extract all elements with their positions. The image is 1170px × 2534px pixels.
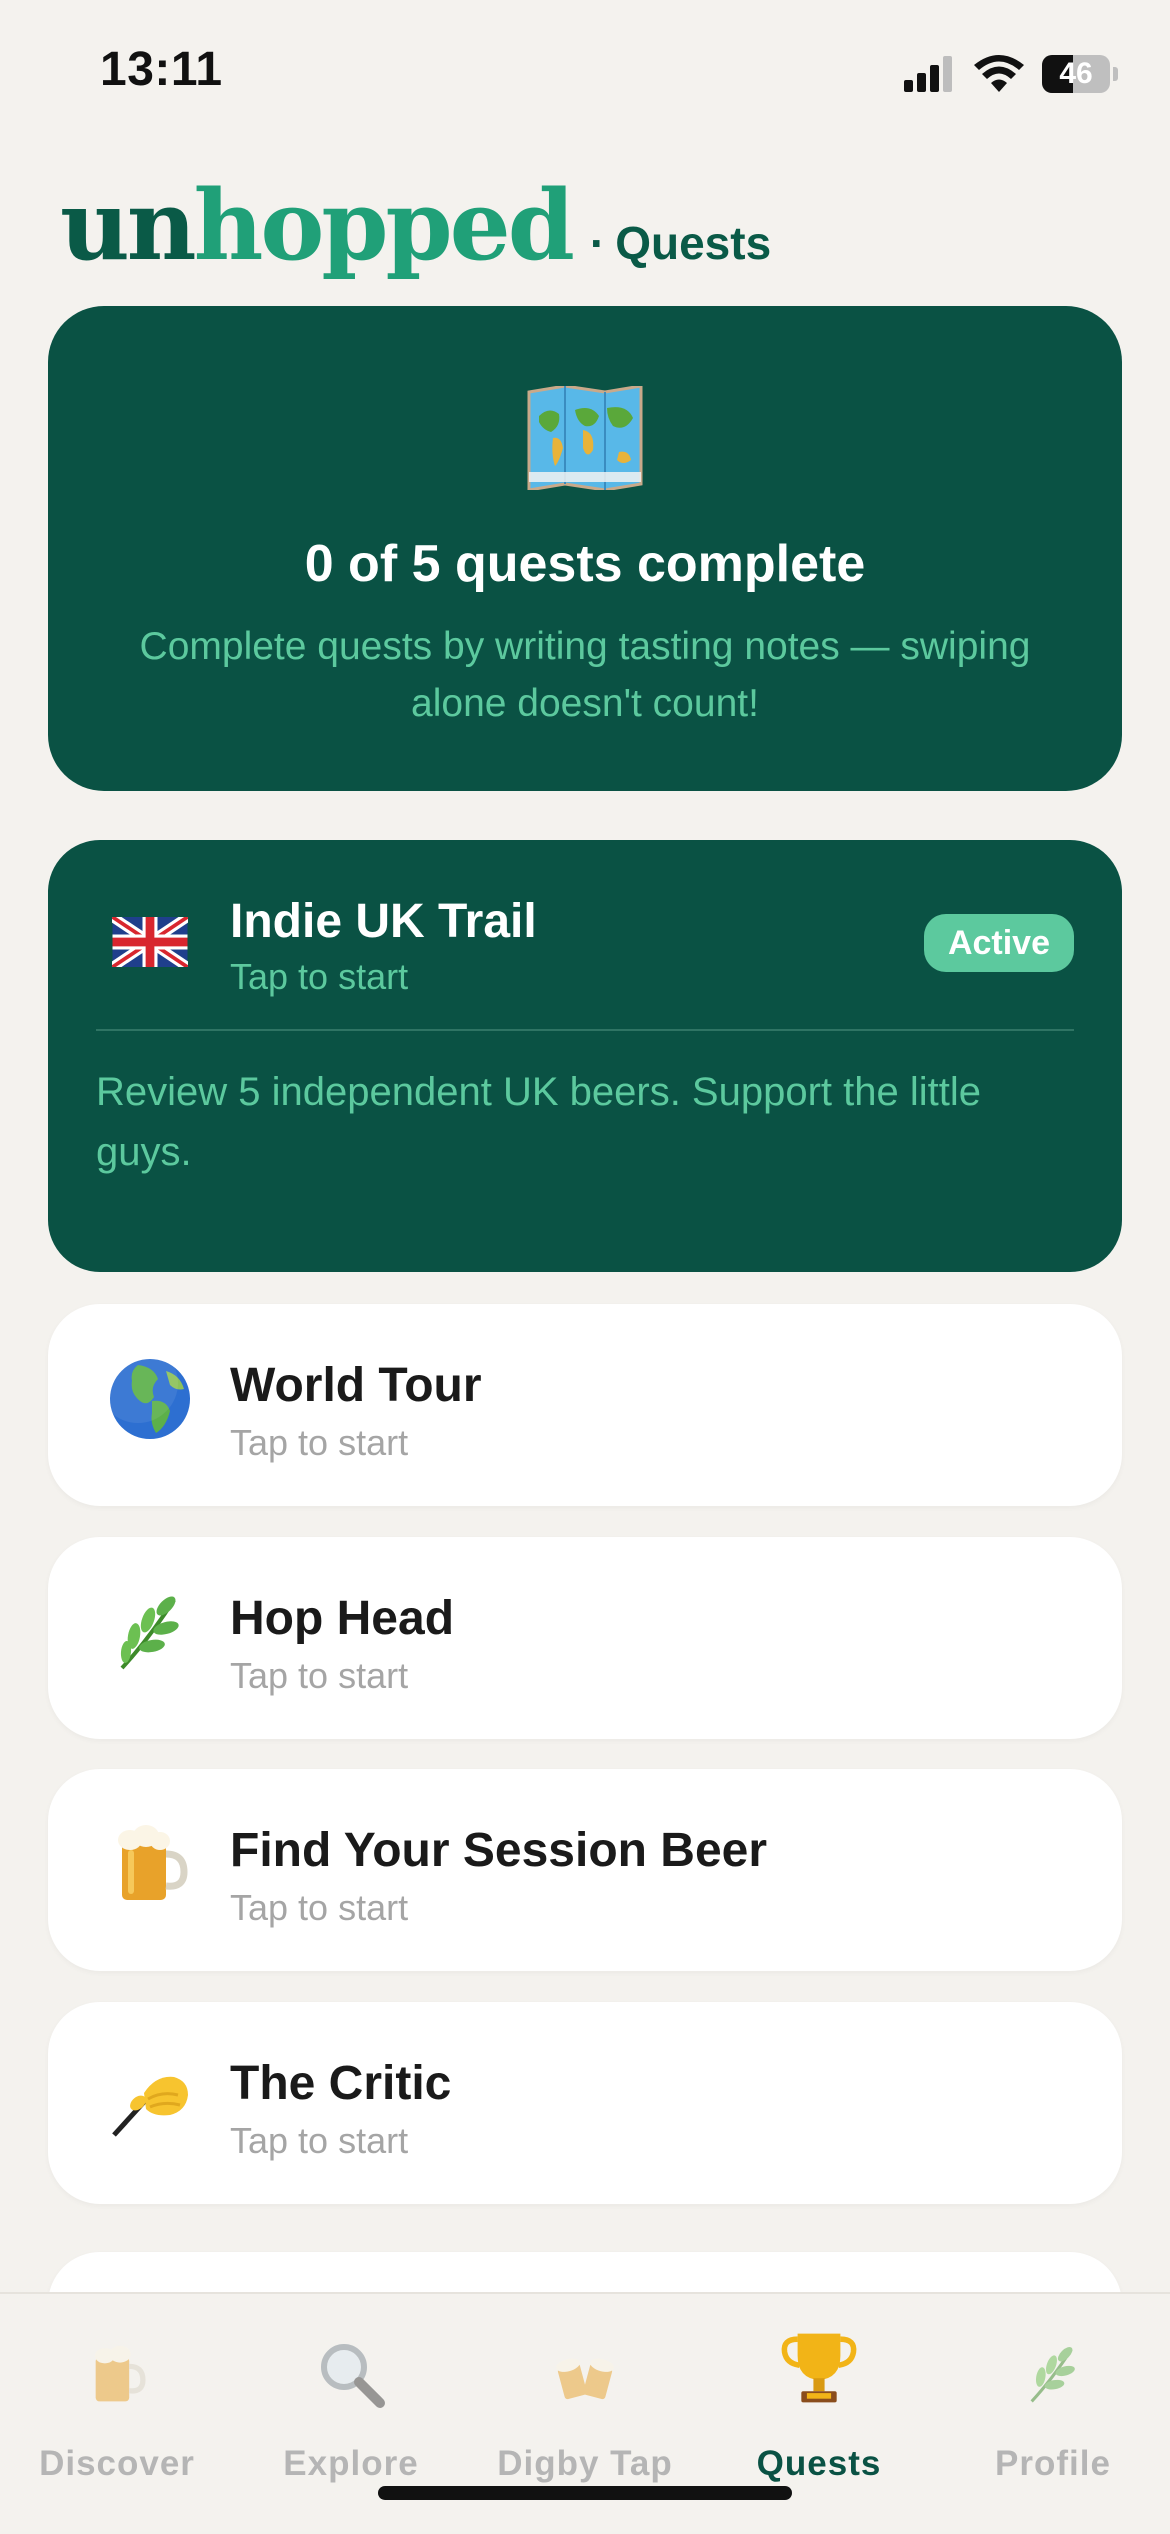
magnifying-glass-icon [311, 2334, 391, 2414]
quest-subtitle: Tap to start [230, 1887, 409, 1928]
status-time: 13:11 [100, 43, 223, 96]
quest-card-the-critic[interactable]: The Critic Tap to start [48, 2002, 1122, 2204]
tab-label: Discover [39, 2444, 195, 2483]
quest-title: Hop Head [230, 1592, 455, 1645]
app-header: unhopped · Quests [60, 178, 771, 274]
tab-label: Digby Tap [497, 2444, 673, 2483]
battery-percent: 46 [1059, 57, 1093, 90]
tab-discover[interactable]: Discover [0, 2294, 234, 2534]
quest-description: Review 5 independent UK beers. Support t… [96, 1070, 981, 1174]
quest-title: World Tour [230, 1359, 482, 1412]
battery-icon: 46 [1042, 55, 1118, 93]
header-separator: · [589, 217, 606, 269]
quest-card-indie-uk-trail[interactable]: Indie UK Trail Tap to start Active Revie… [48, 840, 1122, 1272]
quest-subtitle: Tap to start [230, 1422, 409, 1463]
herb-icon [1013, 2334, 1093, 2414]
app-logo: unhopped [60, 169, 575, 282]
beer-mug-icon [100, 1814, 200, 1914]
page-title: Quests [615, 217, 772, 269]
globe-icon [100, 1349, 200, 1449]
world-map-icon [527, 386, 643, 490]
quest-card-world-tour[interactable]: World Tour Tap to start [48, 1304, 1122, 1506]
trophy-icon [779, 2328, 859, 2408]
wifi-icon [974, 55, 1024, 92]
uk-flag-icon [100, 892, 200, 992]
status-icons: 46 [904, 52, 1118, 96]
quest-title: Find Your Session Beer [230, 1824, 768, 1877]
quest-title: The Critic [230, 2057, 452, 2110]
beer-mug-icon [77, 2334, 157, 2414]
quest-title: Indie UK Trail [230, 895, 537, 948]
divider [96, 1029, 1074, 1031]
quest-card-find-your-session-beer[interactable]: Find Your Session Beer Tap to start [48, 1769, 1122, 1971]
quests-summary-card: 0 of 5 quests complete Complete quests b… [48, 306, 1122, 791]
tab-profile[interactable]: Profile [936, 2294, 1170, 2534]
quests-progress-heading: 0 of 5 quests complete [304, 535, 866, 593]
tab-label: Explore [283, 2444, 419, 2483]
tab-label: Profile [995, 2444, 1111, 2483]
status-bar: 13:11 46 [0, 0, 1170, 150]
quest-subtitle: Tap to start [230, 1655, 409, 1696]
clinking-beers-icon [545, 2334, 625, 2414]
status-badge: Active [923, 914, 1074, 972]
tab-label: Quests [756, 2444, 882, 2483]
quests-summary-description: Complete quests by writing tasting notes… [139, 625, 1031, 725]
quest-card-hop-head[interactable]: Hop Head Tap to start [48, 1537, 1122, 1739]
herb-icon [100, 1582, 200, 1682]
quest-subtitle: Tap to start [230, 2120, 409, 2161]
writing-hand-icon [100, 2047, 200, 2147]
home-indicator[interactable] [378, 2486, 792, 2500]
quest-subtitle: Tap to start [230, 956, 409, 997]
signal-icon [904, 56, 952, 92]
